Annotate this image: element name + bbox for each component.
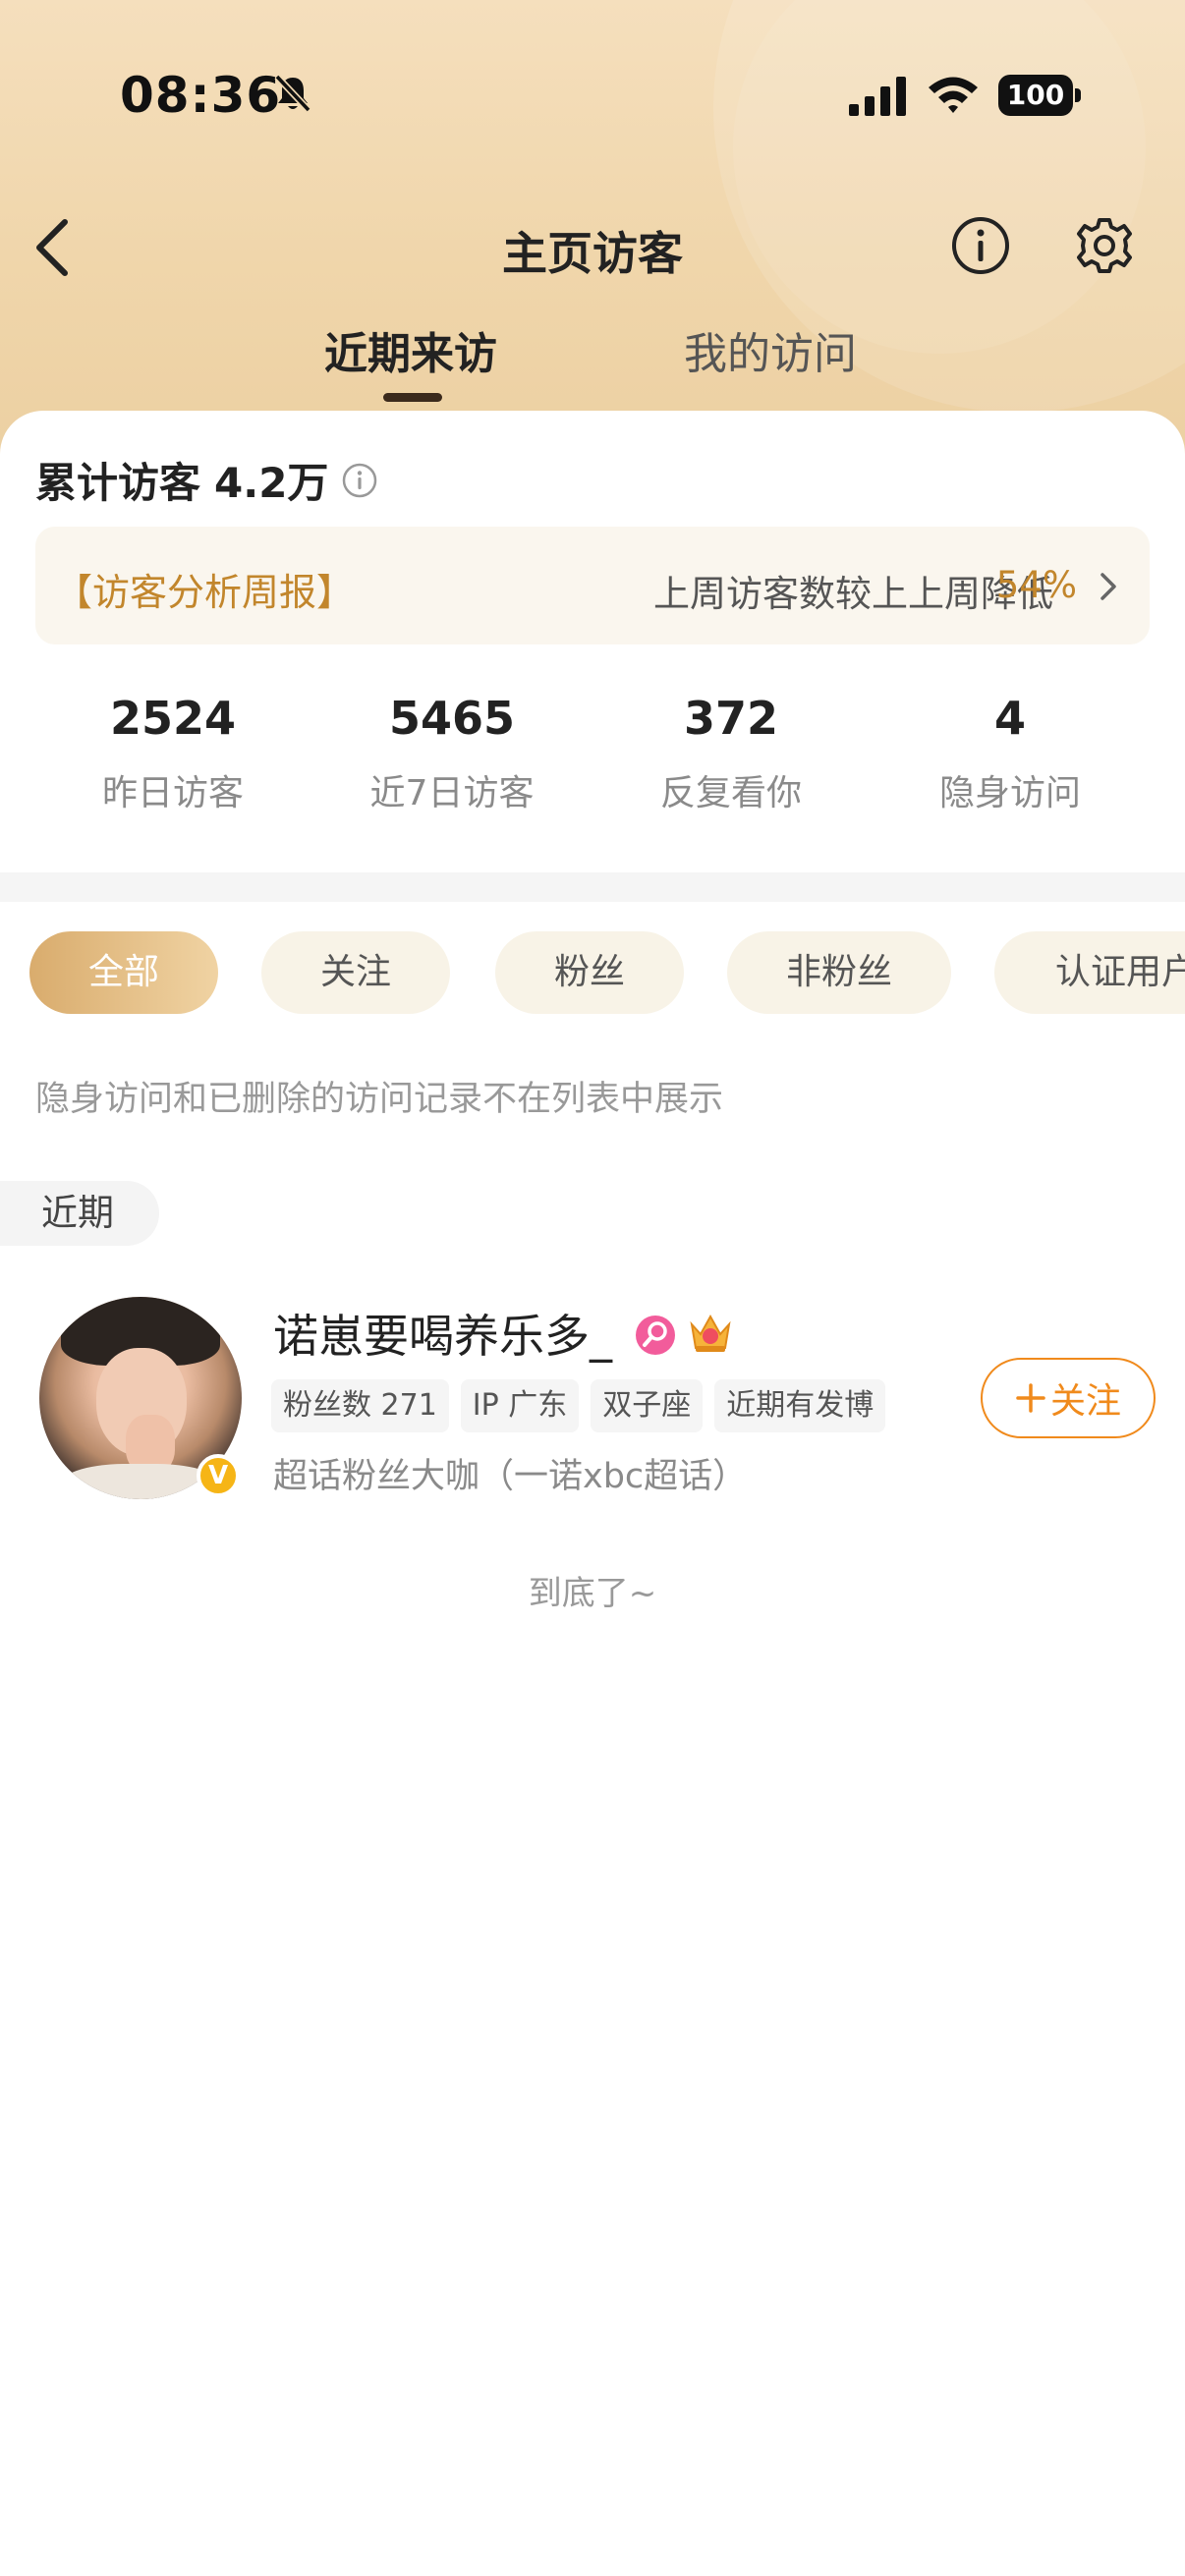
status-bar: 08:36 100 <box>0 0 1185 196</box>
weekly-report-banner[interactable]: 【访客分析周报】 上周访客数较上上周降低 54% <box>35 527 1150 644</box>
weekly-report-label: 【访客分析周报】 <box>55 571 355 614</box>
filter-following[interactable]: 关注 <box>261 931 450 1014</box>
visitor-tags: 粉丝数 271 IP 广东 双子座 近期有发博 <box>271 1379 897 1432</box>
active-tab-indicator <box>383 393 442 402</box>
super-topic-badge-icon <box>636 1316 675 1355</box>
bell-mute-icon <box>274 74 311 113</box>
visitor-row[interactable]: V 诺崽要喝养乐多_ 粉丝数 271 IP 广东 双子座 近期有发博 超话粉丝大… <box>0 1287 1185 1503</box>
filter-fans[interactable]: 粉丝 <box>495 931 684 1014</box>
status-time: 08:36 <box>120 67 282 124</box>
cellular-signal-icon <box>849 77 906 116</box>
total-visitors-value: 4.2万 <box>214 459 329 507</box>
verified-badge: V <box>197 1454 240 1497</box>
visitor-stats: 2524 昨日访客 5465 近7日访客 372 反复看你 4 隐身访问 <box>0 692 1185 829</box>
tag-ip-location: IP 广东 <box>460 1379 580 1432</box>
filter-verified-users[interactable]: 认证用户 <box>994 931 1185 1014</box>
stat-value: 4 <box>993 692 1026 745</box>
stat-value: 2524 <box>109 692 237 745</box>
filter-chips: 全部 关注 粉丝 非粉丝 认证用户 <box>0 931 1185 1016</box>
battery-indicator: 100 <box>998 75 1081 116</box>
hidden-visits-notice: 隐身访问和已删除的访问记录不在列表中展示 <box>35 1080 724 1119</box>
wifi-icon <box>929 77 978 113</box>
visitor-description: 超话粉丝大咖（一诺xbc超话） <box>273 1457 748 1496</box>
tab-my-visits[interactable]: 我的访问 <box>684 318 857 381</box>
follow-button-label: 关注 <box>1049 1381 1121 1422</box>
info-icon[interactable] <box>949 214 1012 277</box>
stat-label: 隐身访问 <box>938 773 1081 813</box>
weekly-report-text: 上周访客数较上上周降低 <box>653 573 1053 615</box>
stat-label: 反复看你 <box>659 773 802 813</box>
tag-zodiac: 双子座 <box>591 1379 704 1432</box>
gear-icon[interactable] <box>1073 214 1136 277</box>
crown-badge-icon <box>690 1314 731 1352</box>
stat-value: 5465 <box>388 692 516 745</box>
stat-label: 昨日访客 <box>101 773 244 813</box>
stat-yesterday[interactable]: 2524 昨日访客 <box>33 692 312 815</box>
stat-hidden-visits[interactable]: 4 隐身访问 <box>871 692 1150 815</box>
stat-last-7-days[interactable]: 5465 近7日访客 <box>312 692 592 815</box>
section-label-recent: 近期 <box>0 1181 159 1246</box>
plus-icon <box>1016 1383 1045 1413</box>
stat-repeat-viewers[interactable]: 372 反复看你 <box>592 692 871 815</box>
filter-non-fans[interactable]: 非粉丝 <box>727 931 951 1014</box>
end-of-list-text: 到底了~ <box>528 1574 657 1613</box>
total-visitors: 累计访客 4.2万 <box>35 450 379 510</box>
summary-card: 累计访客 4.2万 【访客分析周报】 上周访客数较上上周降低 54% 2524 … <box>0 411 1185 872</box>
visitor-name[interactable]: 诺崽要喝养乐多_ <box>273 1301 612 1366</box>
stat-label: 近7日访客 <box>369 773 535 813</box>
battery-level: 100 <box>998 75 1073 116</box>
chevron-right-icon <box>1100 573 1116 600</box>
tag-recent-post: 近期有发博 <box>714 1379 886 1432</box>
follow-button[interactable]: 关注 <box>981 1358 1156 1438</box>
info-small-icon[interactable] <box>340 461 379 500</box>
stat-value: 372 <box>683 692 779 745</box>
weekly-report-percent: 54% <box>995 564 1077 606</box>
total-visitors-label: 累计访客 <box>35 459 201 507</box>
section-divider <box>0 872 1185 902</box>
filter-all[interactable]: 全部 <box>29 931 218 1014</box>
tag-fans-count: 粉丝数 271 <box>271 1379 449 1432</box>
tab-recent-visits[interactable]: 近期来访 <box>324 318 497 381</box>
